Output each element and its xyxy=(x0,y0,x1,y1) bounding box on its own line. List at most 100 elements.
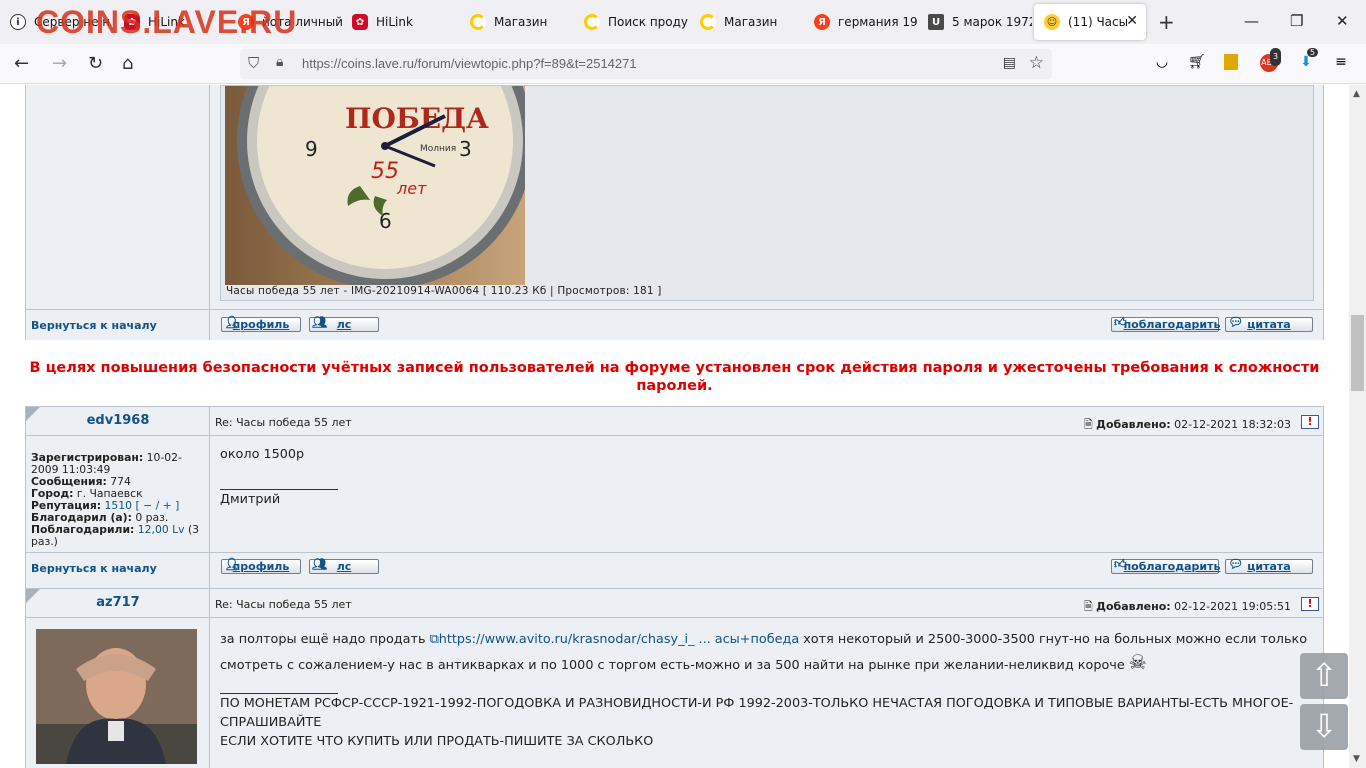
lock-icon[interactable]: 🔒︎ xyxy=(276,54,283,70)
post-edv1968: edv1968 Re: Часы победа 55 лет 🗎︎ Добавл… xyxy=(25,406,1324,588)
u-icon: U xyxy=(928,14,944,30)
thanks-link[interactable]: 12,00 Lv xyxy=(138,523,185,536)
back-to-top-link[interactable]: Вернуться к началу xyxy=(31,562,157,575)
external-link[interactable]: ⧉https://www.avito.ru/krasnodar/chasy_i_… xyxy=(430,632,800,647)
skull-icon: ☠ xyxy=(1128,650,1147,674)
watch-drawing: ПОБЕДА 9 3 6 Молния 55 лет xyxy=(237,86,525,285)
scroll-up-arrow-icon[interactable]: ▲ xyxy=(1353,89,1360,99)
bookmark-ext-icon[interactable] xyxy=(1224,54,1238,70)
signature-line-2: ЕСЛИ ХОТИТЕ ЧТО КУПИТЬ ИЛИ ПРОДАТЬ-ПИШИТ… xyxy=(220,734,654,749)
post-subject: Re: Часы победа 55 лет xyxy=(215,416,352,429)
watch-number: 55 xyxy=(371,159,399,184)
page-content: ПОБЕДА 9 3 6 Молния 55 лет Часы победа 5… xyxy=(0,85,1349,768)
back-icon[interactable]: ← xyxy=(14,53,29,74)
tab-germany[interactable]: Ягермания 197 xyxy=(804,4,918,40)
report-icon[interactable]: ! xyxy=(1301,415,1319,429)
shield-icon[interactable]: ⛉ xyxy=(248,54,259,72)
avatar xyxy=(36,629,197,764)
post-date: 🗎︎ Добавлено: 02-12-2021 18:32:03 xyxy=(1083,418,1291,431)
quote-button[interactable]: 💬︎ цитата xyxy=(1225,315,1313,332)
watch-digit-3: 3 xyxy=(459,137,472,161)
tab-5-marks[interactable]: U5 марок 1972 xyxy=(918,4,1032,40)
post-body: за полторы ещё надо продать ⧉https://www… xyxy=(220,628,1310,751)
external-link-icon: ⧉ xyxy=(429,632,439,647)
profile-button[interactable]: 👤︎ профиль xyxy=(221,315,301,332)
adblock-icon[interactable]: ABP 3 xyxy=(1260,48,1282,72)
reader-view-icon[interactable]: ▤ xyxy=(1003,55,1016,71)
smile-icon: ☺ xyxy=(1044,14,1060,30)
url-bar[interactable]: ⛉ 🔒︎ https://coins.lave.ru/forum/viewtop… xyxy=(240,49,1052,79)
thank-button[interactable]: 👍︎ поблагодарить xyxy=(1111,315,1220,332)
author-name[interactable]: az717 xyxy=(26,595,210,610)
bookmark-star-icon[interactable]: ☆ xyxy=(1029,53,1044,73)
tab-strip: i Сервер не н ✿ HiLink Яйота личный ✿ HiLin… xyxy=(0,0,1366,44)
attachment-caption: Часы победа 55 лет - IMG-20210914-WA0064… xyxy=(226,285,662,297)
scrollbar-thumb[interactable] xyxy=(1351,315,1364,391)
signature-line-1: ПО МОНЕТАМ РСФСР-СССР-1921-1992-ПОГОДОВК… xyxy=(220,696,1294,730)
pm-button[interactable]: 👥︎ лс xyxy=(309,557,379,574)
signature: Дмитрий xyxy=(220,492,281,507)
document-icon: 🗎︎ xyxy=(1083,418,1097,431)
post-top: ПОБЕДА 9 3 6 Молния 55 лет Часы победа 5… xyxy=(25,85,1324,340)
divider xyxy=(26,617,1323,618)
window-close-icon[interactable]: ✕ xyxy=(1336,12,1349,30)
minimize-icon[interactable]: — xyxy=(1244,12,1259,30)
scroll-up-button[interactable]: ⇧ xyxy=(1300,653,1348,699)
reload-icon[interactable]: ↻ xyxy=(88,53,103,74)
speech-bubble-icon: 💬︎ xyxy=(1228,315,1244,329)
thank-button[interactable]: 👍︎ поблагодарить xyxy=(1111,557,1220,574)
c-icon xyxy=(700,14,716,30)
author-profile: Зарегистрирован: 10-02-2009 11:03:49 Соо… xyxy=(31,451,200,548)
tab-hilink-2[interactable]: ✿ HiLink xyxy=(342,4,456,40)
yandex-icon: Я xyxy=(814,14,830,30)
restore-icon[interactable]: ❐ xyxy=(1290,12,1303,30)
menu-icon[interactable]: ≡ xyxy=(1332,54,1350,72)
tab-watch-active[interactable]: ☺ (11) Часы ✕ xyxy=(1034,4,1146,40)
info-icon: i xyxy=(10,14,26,30)
post-subject: Re: Часы победа 55 лет xyxy=(215,598,352,611)
scroll-down-button[interactable]: ⇩ xyxy=(1300,704,1348,750)
document-icon: 🗎︎ xyxy=(1083,600,1097,613)
user-icon: 👤︎ xyxy=(224,557,240,571)
close-icon[interactable]: ✕ xyxy=(1126,13,1138,29)
watermark: COINS.LAVE.RU xyxy=(36,4,298,40)
post-az717: az717 Re: Часы победа 55 лет 🗎︎ Добавлен… xyxy=(25,588,1324,768)
tab-shop-2[interactable]: Магазин xyxy=(690,4,804,40)
scroll-down-arrow-icon[interactable]: ▼ xyxy=(1353,754,1360,764)
page-scrollbar[interactable]: ▲ ▼ xyxy=(1349,85,1366,768)
security-notice: В целях повышения безопасности учётных з… xyxy=(29,360,1320,394)
watch-brand: Молния xyxy=(420,144,456,154)
extension-icon[interactable]: ⬇ 5 xyxy=(1297,48,1319,72)
home-icon[interactable]: ⌂ xyxy=(122,53,133,74)
tab-search-products[interactable]: Поиск проду xyxy=(574,4,688,40)
post-body: около 1500р Дмитрий xyxy=(220,445,338,509)
divider xyxy=(26,309,1323,310)
author-name[interactable]: edv1968 xyxy=(26,413,210,428)
forward-icon[interactable]: → xyxy=(52,53,67,74)
users-icon: 👥︎ xyxy=(312,557,328,571)
divider xyxy=(26,435,1323,436)
cart-icon[interactable]: 🛒︎ xyxy=(1188,54,1206,72)
speech-bubble-icon: 💬︎ xyxy=(1228,557,1244,571)
post-top-left xyxy=(26,85,210,340)
pocket-icon[interactable]: ◡ xyxy=(1153,54,1171,72)
pm-button[interactable]: 👥︎ лс xyxy=(309,315,379,332)
user-icon: 👤︎ xyxy=(224,315,240,329)
tab-shop-1[interactable]: Магазин xyxy=(460,4,574,40)
huawei-icon: ✿ xyxy=(352,14,368,30)
thumbs-up-icon: 👍︎ xyxy=(1114,315,1127,329)
attachment-image[interactable]: ПОБЕДА 9 3 6 Молния 55 лет xyxy=(225,86,525,285)
new-tab-icon[interactable]: + xyxy=(1158,10,1175,34)
users-icon: 👥︎ xyxy=(312,315,328,329)
back-to-top-link[interactable]: Вернуться к началу xyxy=(31,319,157,332)
watch-digit-9: 9 xyxy=(305,137,318,161)
avatar-image xyxy=(36,629,197,764)
profile-button[interactable]: 👤︎ профиль xyxy=(221,557,301,574)
post-date: 🗎︎ Добавлено: 02-12-2021 19:05:51 xyxy=(1083,600,1291,613)
thumbs-up-icon: 👍︎ xyxy=(1114,557,1127,571)
url-text[interactable]: https://coins.lave.ru/forum/viewtopic.ph… xyxy=(302,56,637,71)
attachment-box: ПОБЕДА 9 3 6 Молния 55 лет Часы победа 5… xyxy=(220,85,1314,301)
quote-button[interactable]: 💬︎ цитата xyxy=(1225,557,1313,574)
watch-sub: лет xyxy=(396,179,427,198)
report-icon[interactable]: ! xyxy=(1301,597,1319,611)
